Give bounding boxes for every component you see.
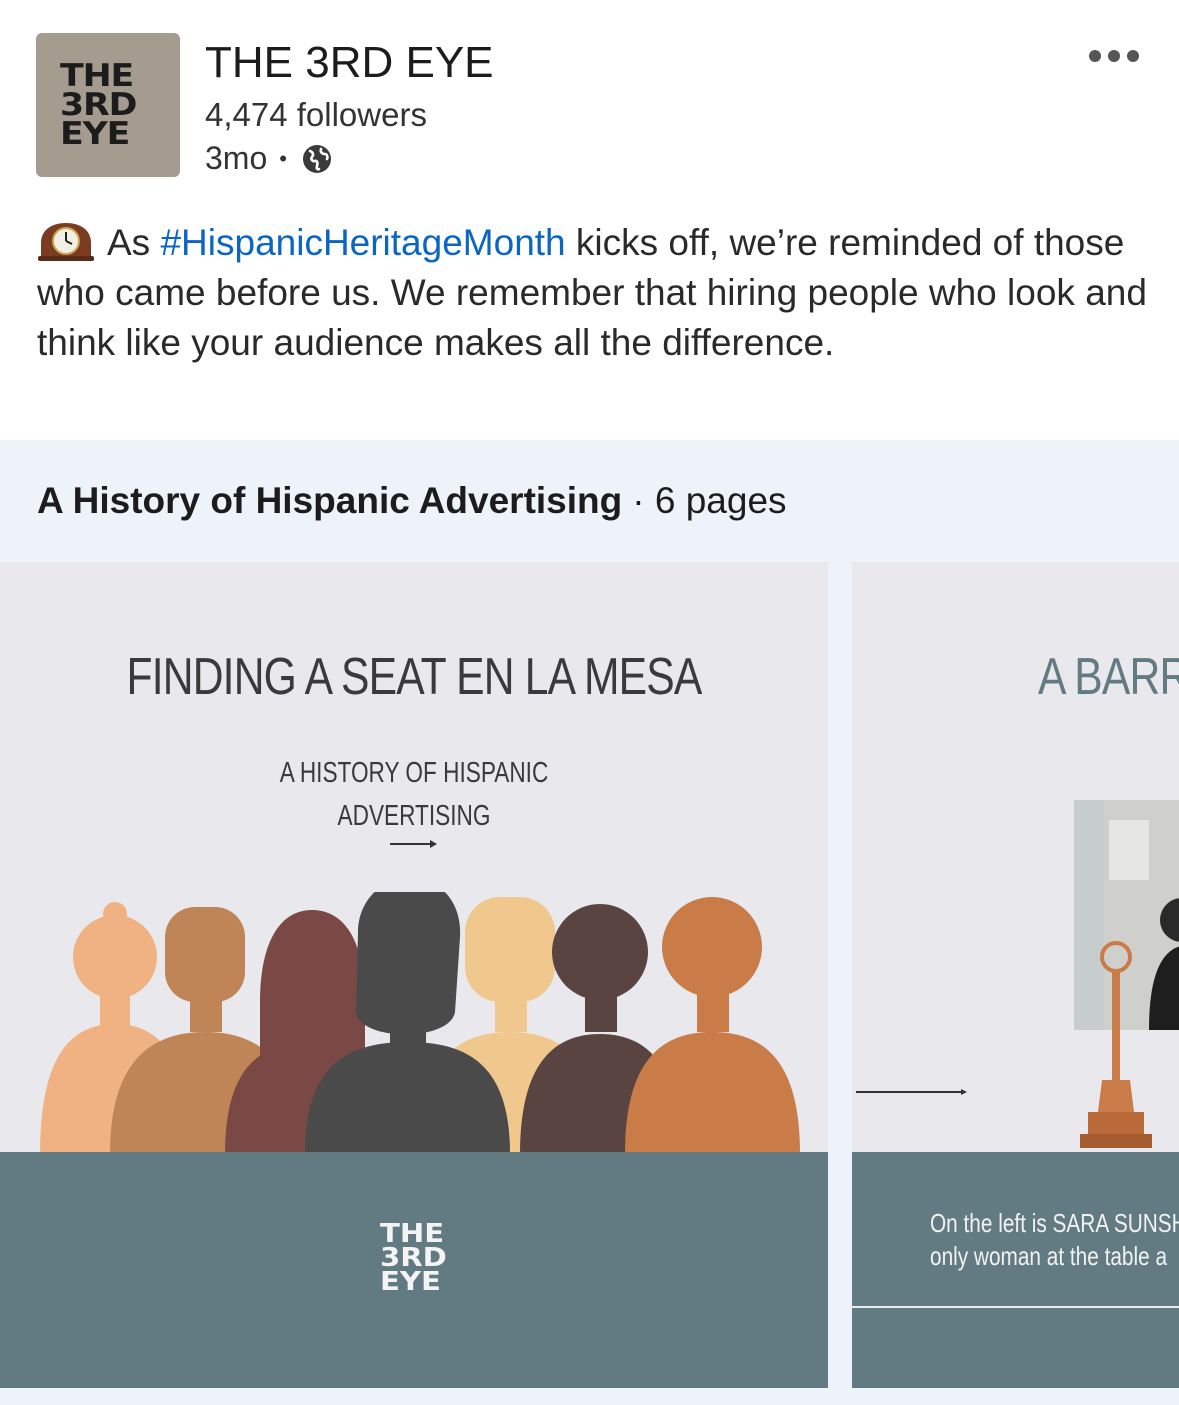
post-text-intro: As (107, 222, 161, 263)
slide-subtitle-line: A HISTORY OF HISPANIC (279, 757, 549, 789)
divider (852, 1306, 1179, 1308)
award-trophy-icon (1080, 941, 1152, 1148)
post-meta: 3mo • (205, 140, 333, 177)
logo-text-line: EYE (60, 115, 130, 152)
arrow-right-icon (856, 1089, 967, 1095)
slide-footer-band: THE 3RD EYE (0, 1152, 828, 1388)
separator-dot: • (279, 145, 287, 171)
more-dot (1108, 50, 1120, 62)
slide-caption-line: only woman at the table a (930, 1241, 1168, 1271)
slide-subtitle: A HISTORY OF HISPANIC ADVERTISING (91, 752, 737, 838)
slide-title: FINDING A SEAT EN LA MESA (126, 648, 702, 706)
slide-logo-line: EYE (380, 1267, 441, 1297)
slide-subtitle-line: ADVERTISING (337, 800, 491, 832)
silhouette (625, 897, 800, 1154)
document-page-count: · 6 pages (632, 480, 787, 521)
document-slide[interactable]: A BARR On the left is SARA SUNSH only wo… (852, 562, 1179, 1388)
document-title: A History of Hispanic Advertising (37, 480, 623, 521)
more-options-icon[interactable] (1089, 50, 1139, 62)
more-dot (1089, 50, 1101, 62)
slide-logo: THE 3RD EYE (380, 1221, 447, 1297)
globe-icon (302, 144, 331, 173)
people-silhouettes-illustration (40, 892, 800, 1154)
mantelpiece-clock-emoji (38, 223, 94, 261)
post-text: As #HispanicHeritageMonth kicks off, we’… (37, 218, 1147, 368)
arrow-right-icon (390, 840, 437, 848)
follower-count: 4,474 followers (205, 96, 427, 133)
document-header[interactable]: A History of Hispanic Advertising · 6 pa… (0, 440, 1179, 562)
company-logo[interactable]: THE 3RD EYE (36, 33, 180, 177)
slide-title: A BARR (1038, 648, 1179, 706)
slide-caption: On the left is SARA SUNSH only woman at … (930, 1207, 1179, 1273)
post-age: 3mo (205, 140, 268, 176)
more-dot (1127, 50, 1139, 62)
company-name[interactable]: THE 3RD EYE (205, 38, 494, 88)
slide-caption-line: On the left is SARA SUNSH (930, 1208, 1179, 1238)
slide-footer-band: On the left is SARA SUNSH only woman at … (852, 1152, 1179, 1388)
document-carousel[interactable]: FINDING A SEAT EN LA MESA A HISTORY OF H… (0, 562, 1179, 1405)
document-slide[interactable]: FINDING A SEAT EN LA MESA A HISTORY OF H… (0, 562, 828, 1388)
hashtag-link[interactable]: #HispanicHeritageMonth (160, 222, 565, 263)
post-header: THE 3RD EYE THE 3RD EYE 4,474 followers … (0, 0, 1179, 200)
